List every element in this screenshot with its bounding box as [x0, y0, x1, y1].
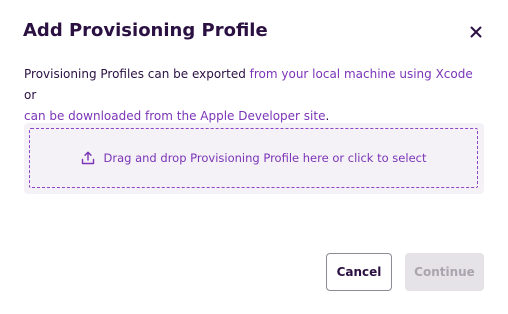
description-text-after: . [325, 109, 330, 123]
apple-developer-link[interactable]: can be downloaded from the Apple Develop… [24, 109, 325, 123]
add-provisioning-profile-dialog: Add Provisioning Profile Provisioning Pr… [0, 0, 508, 314]
close-icon [470, 26, 482, 38]
description-text-before: Provisioning Profiles can be exported [24, 67, 250, 81]
dropzone-label: Drag and drop Provisioning Profile here … [103, 151, 427, 165]
dialog-title: Add Provisioning Profile [23, 20, 268, 41]
upload-icon [81, 151, 95, 165]
xcode-export-link[interactable]: from your local machine using Xcode [250, 67, 473, 81]
description-text-middle: or [24, 88, 37, 102]
close-button[interactable] [464, 20, 488, 44]
provisioning-profile-dropzone[interactable]: Drag and drop Provisioning Profile here … [29, 128, 478, 188]
dropzone-container: Drag and drop Provisioning Profile here … [24, 123, 484, 194]
dialog-description: Provisioning Profiles can be exported fr… [24, 64, 484, 127]
cancel-button[interactable]: Cancel [326, 253, 392, 291]
continue-button[interactable]: Continue [405, 253, 484, 291]
